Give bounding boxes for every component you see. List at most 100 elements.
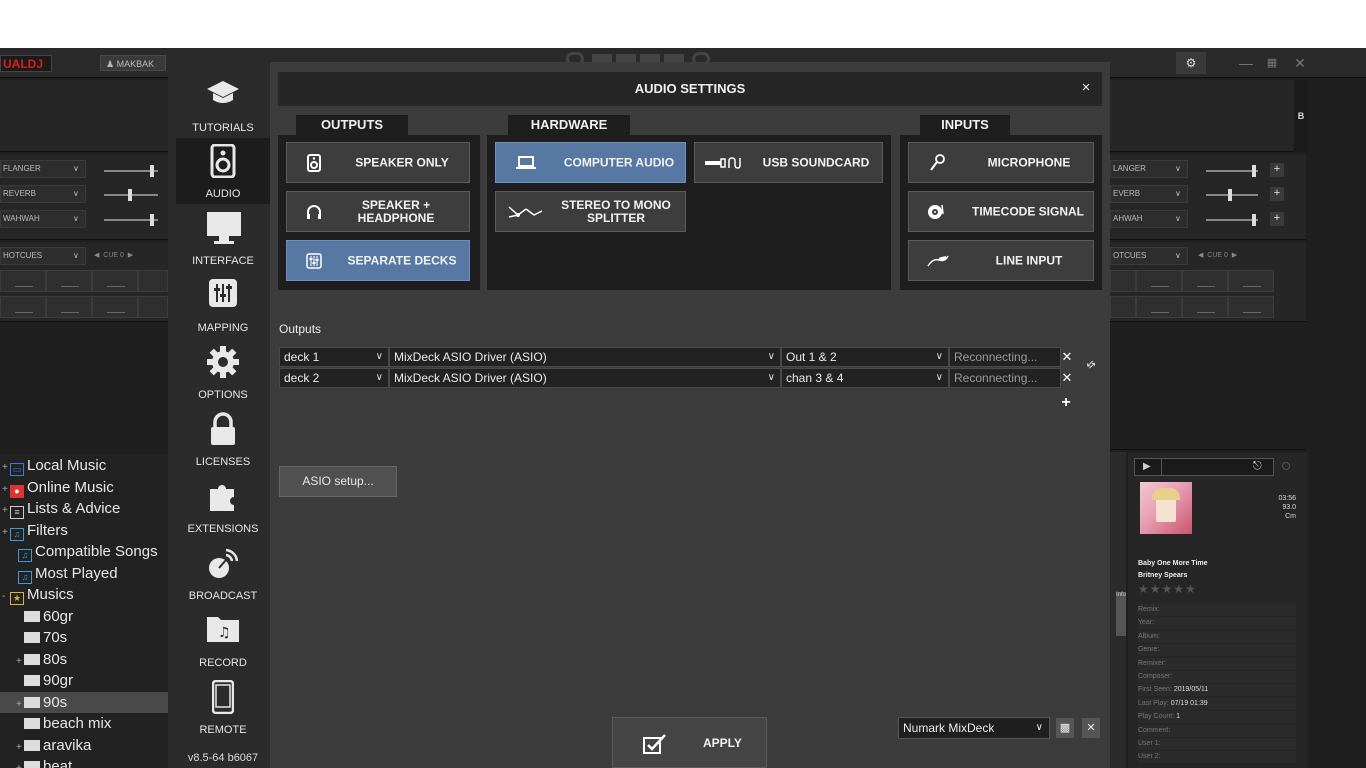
slider-knob[interactable] xyxy=(1228,189,1232,201)
hotcue-pad[interactable] xyxy=(1182,296,1228,318)
sidebar-item-remote[interactable]: REMOTE xyxy=(176,674,270,740)
right-fx-2-select[interactable]: EVERB ∨ xyxy=(1110,185,1188,203)
sidebar-item-record[interactable]: ♫ RECORD xyxy=(176,607,270,673)
preset-select[interactable]: Numark MixDeck ∨ xyxy=(898,717,1050,739)
left-cue-selector[interactable]: ◀ CUE 0 ▶ xyxy=(94,251,133,259)
hotcue-pad[interactable] xyxy=(0,296,46,318)
slider-knob[interactable] xyxy=(150,214,154,226)
right-fx-3-select[interactable]: AHWAH ∨ xyxy=(1110,210,1188,228)
left-fx-2-select[interactable]: REVERB ∨ xyxy=(0,185,86,203)
sidebar-item-options[interactable]: OPTIONS xyxy=(176,339,270,405)
slider-knob[interactable] xyxy=(1252,165,1256,177)
right-fx-1-select[interactable]: LANGER ∨ xyxy=(1110,160,1188,178)
play-icon[interactable]: ▶ xyxy=(1143,461,1151,472)
separate-decks-button[interactable]: SEPARATE DECKS xyxy=(286,240,470,281)
tree-item[interactable]: +90s xyxy=(0,691,168,715)
remove-row-icon[interactable]: ✕ xyxy=(1061,370,1073,386)
hotcue-pad[interactable] xyxy=(1110,270,1136,292)
tree-item[interactable]: ♫ Most Played xyxy=(0,563,168,584)
sidebar-item-audio[interactable]: AUDIO xyxy=(176,138,270,204)
expand-icon[interactable]: + xyxy=(16,651,24,672)
right-hotcues-select[interactable]: OTCUES ∨ xyxy=(1110,247,1188,265)
add-fx-button[interactable]: + xyxy=(1270,212,1284,226)
tree-item[interactable]: + ● Online Music xyxy=(0,477,168,498)
headphone-icon[interactable]: ⎋ xyxy=(1253,460,1262,473)
right-fx-2-slider[interactable] xyxy=(1206,194,1258,196)
expand-icon[interactable]: + xyxy=(2,457,10,478)
info-tab[interactable]: Info xyxy=(1116,592,1126,636)
line-input-button[interactable]: LINE INPUT xyxy=(908,240,1094,281)
tree-item[interactable]: +80s xyxy=(0,649,168,670)
sidebar-item-interface[interactable]: INTERFACE xyxy=(176,205,270,271)
tree-item[interactable]: + beat xyxy=(0,756,168,768)
tree-item[interactable]: - ★ Musics xyxy=(0,584,168,605)
deck-1-driver-select[interactable]: MixDeck ASIO Driver (ASIO) ∨ xyxy=(389,347,781,367)
collapse-icon[interactable]: - xyxy=(2,586,10,607)
hotcue-pad[interactable] xyxy=(1228,296,1274,318)
hotcue-pad[interactable] xyxy=(0,270,46,292)
hotcue-pad[interactable] xyxy=(138,296,168,318)
rating-stars[interactable]: ★★★★★ xyxy=(1138,582,1197,596)
slider-knob[interactable] xyxy=(128,189,132,201)
left-fx-1-select[interactable]: FLANGER ∨ xyxy=(0,160,86,178)
add-fx-button[interactable]: + xyxy=(1270,163,1284,177)
save-preset-icon[interactable]: ▩ xyxy=(1056,718,1074,738)
hotcue-pad[interactable] xyxy=(1136,270,1182,292)
tree-item[interactable]: + aravika xyxy=(0,735,168,756)
delete-preset-icon[interactable]: ✕ xyxy=(1082,718,1100,738)
deck-2-select[interactable]: deck 2 ∨ xyxy=(279,368,389,388)
expand-icon[interactable]: + xyxy=(16,694,24,715)
right-fx-3-slider[interactable] xyxy=(1206,219,1258,221)
tree-item[interactable]: ♫ Compatible Songs xyxy=(0,541,168,562)
deck-1-select[interactable]: deck 1 ∨ xyxy=(279,347,389,367)
expand-icon[interactable]: + xyxy=(2,479,10,500)
minimize-icon[interactable]: — xyxy=(1236,52,1256,74)
sidebar-item-mapping[interactable]: MAPPING xyxy=(176,272,270,338)
slider-knob[interactable] xyxy=(1252,214,1256,226)
expand-icon[interactable]: + xyxy=(2,500,10,521)
user-account-button[interactable]: ♟ MAKBAK xyxy=(100,55,166,71)
add-output-row-icon[interactable]: + xyxy=(1058,394,1074,412)
tree-item[interactable]: beach mix xyxy=(0,713,168,734)
usb-soundcard-button[interactable]: USB SOUNDCARD xyxy=(694,142,883,183)
hotcue-pad[interactable] xyxy=(1110,296,1136,318)
sidebar-item-broadcast[interactable]: BROADCAST xyxy=(176,540,270,606)
tree-item[interactable]: 90gr xyxy=(0,670,168,691)
speaker-only-button[interactable]: SPEAKER ONLY xyxy=(286,142,470,183)
hotcue-pad[interactable] xyxy=(1228,270,1274,292)
slider-knob[interactable] xyxy=(150,165,154,177)
deck-2-driver-select[interactable]: MixDeck ASIO Driver (ASIO) ∨ xyxy=(389,368,781,388)
right-fx-1-slider[interactable] xyxy=(1206,170,1258,172)
maximize-icon[interactable]: ▦ xyxy=(1262,52,1282,74)
sidebar-item-extensions[interactable]: EXTENSIONS xyxy=(176,473,270,539)
sidebar-item-tutorials[interactable]: TUTORIALS xyxy=(176,72,270,138)
hotcue-pad[interactable] xyxy=(1182,270,1228,292)
preview-player-bar[interactable]: ▶ ⎋ xyxy=(1134,458,1274,476)
expand-icon[interactable]: + xyxy=(16,737,24,758)
hotcue-pad[interactable] xyxy=(1136,296,1182,318)
close-app-icon[interactable]: ✕ xyxy=(1290,52,1310,74)
tree-item[interactable]: + ≡ Lists & Advice xyxy=(0,498,168,519)
hotcue-pad[interactable] xyxy=(92,270,138,292)
tree-item[interactable]: + ♫ Filters xyxy=(0,520,168,541)
speaker-headphone-button[interactable]: SPEAKER + HEADPHONE xyxy=(286,191,470,232)
sidebar-item-licenses[interactable]: LICENSES xyxy=(176,406,270,472)
hotcue-pad[interactable] xyxy=(92,296,138,318)
left-fx-3-select[interactable]: WAHWAH ∨ xyxy=(0,210,86,228)
hotcue-pad[interactable] xyxy=(46,270,92,292)
right-cue-selector[interactable]: ◀ CUE 0 ▶ xyxy=(1198,251,1237,259)
asio-setup-button[interactable]: ASIO setup... xyxy=(279,466,397,497)
settings-gear-icon[interactable]: ⚙ xyxy=(1176,52,1206,74)
apply-button[interactable]: APPLY xyxy=(612,717,767,768)
close-dialog-icon[interactable]: × xyxy=(1076,76,1096,100)
deck-2-channel-select[interactable]: chan 3 & 4 ∨ xyxy=(781,368,949,388)
expand-icon[interactable]: + xyxy=(16,758,24,768)
timecode-signal-button[interactable]: TIMECODE SIGNAL xyxy=(908,191,1094,232)
hotcue-pad[interactable] xyxy=(138,270,168,292)
add-fx-button[interactable]: + xyxy=(1270,187,1284,201)
left-hotcues-select[interactable]: HOTCUES ∨ xyxy=(0,247,86,265)
computer-audio-button[interactable]: COMPUTER AUDIO xyxy=(495,142,686,183)
remove-row-icon[interactable]: ✕ xyxy=(1061,349,1073,365)
stereo-mono-splitter-button[interactable]: STEREO TO MONO SPLITTER xyxy=(495,191,686,232)
microphone-button[interactable]: MICROPHONE xyxy=(908,142,1094,183)
